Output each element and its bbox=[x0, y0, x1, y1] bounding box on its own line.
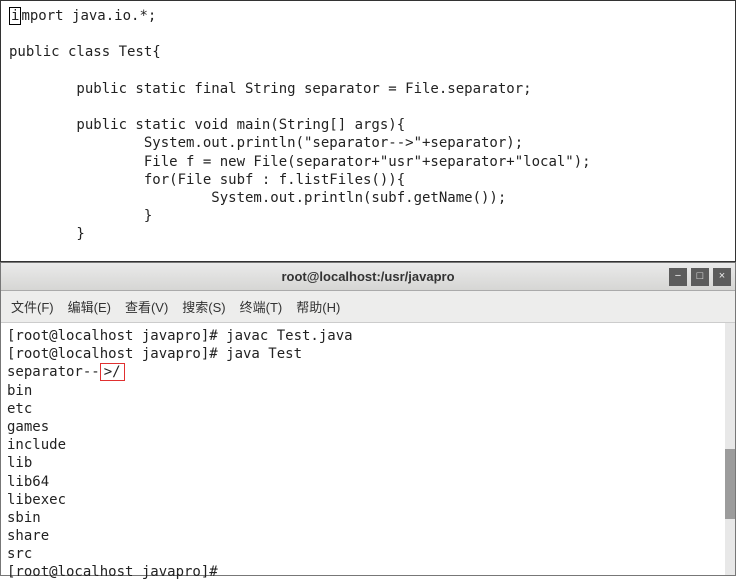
menu-edit[interactable]: 编辑(E) bbox=[68, 297, 111, 316]
menu-search[interactable]: 搜索(S) bbox=[182, 297, 225, 316]
menu-terminal[interactable]: 终端(T) bbox=[240, 297, 283, 316]
terminal-line: games bbox=[7, 419, 49, 435]
terminal-line: lib bbox=[7, 455, 32, 471]
minimize-button[interactable]: − bbox=[669, 268, 687, 286]
code-content[interactable]: import java.io.*; public class Test{ pub… bbox=[9, 7, 727, 243]
close-button[interactable]: × bbox=[713, 268, 731, 286]
terminal-line: separator-- bbox=[7, 364, 100, 380]
editor-cursor: i bbox=[9, 7, 21, 25]
terminal-line: etc bbox=[7, 401, 32, 417]
menu-help[interactable]: 帮助(H) bbox=[296, 297, 340, 316]
terminal-line: bin bbox=[7, 383, 32, 399]
terminal-line: lib64 bbox=[7, 474, 49, 490]
terminal-body[interactable]: [root@localhost javapro]# javac Test.jav… bbox=[1, 323, 735, 575]
menu-file[interactable]: 文件(F) bbox=[11, 297, 54, 316]
terminal-line: libexec bbox=[7, 492, 66, 508]
terminal-window: root@localhost:/usr/javapro − □ × 文件(F) … bbox=[0, 262, 736, 576]
terminal-prompt: [root@localhost javapro]# bbox=[7, 564, 226, 580]
terminal-scrollbar[interactable] bbox=[725, 323, 735, 575]
terminal-title: root@localhost:/usr/javapro bbox=[281, 269, 454, 284]
code-editor-pane[interactable]: import java.io.*; public class Test{ pub… bbox=[0, 0, 736, 262]
terminal-line: sbin bbox=[7, 510, 41, 526]
menu-bar: 文件(F) 编辑(E) 查看(V) 搜索(S) 终端(T) 帮助(H) bbox=[1, 291, 735, 323]
terminal-line: src bbox=[7, 546, 32, 562]
terminal-line: share bbox=[7, 528, 49, 544]
terminal-titlebar[interactable]: root@localhost:/usr/javapro − □ × bbox=[1, 263, 735, 291]
terminal-line: include bbox=[7, 437, 66, 453]
terminal-line: [root@localhost javapro]# java Test bbox=[7, 346, 302, 362]
maximize-button[interactable]: □ bbox=[691, 268, 709, 286]
window-controls: − □ × bbox=[669, 268, 731, 286]
menu-view[interactable]: 查看(V) bbox=[125, 297, 168, 316]
scrollbar-thumb[interactable] bbox=[725, 449, 735, 519]
separator-highlight: >/ bbox=[100, 363, 125, 381]
terminal-line: [root@localhost javapro]# javac Test.jav… bbox=[7, 328, 353, 344]
